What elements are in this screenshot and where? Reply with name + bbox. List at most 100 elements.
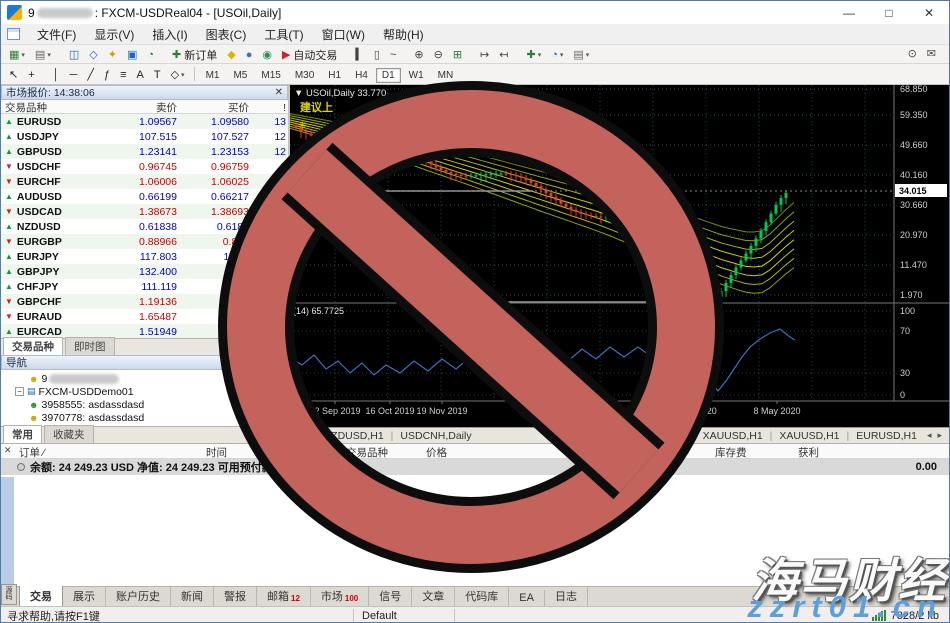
tile-windows-button[interactable]: ⊞ bbox=[449, 47, 466, 63]
market-watch-row[interactable]: ▼GBPCHF1.191361.1 bbox=[1, 294, 288, 309]
trendline-tool[interactable]: ╱ bbox=[83, 67, 98, 83]
timeframe-m30[interactable]: M30 bbox=[289, 68, 320, 83]
menu-item[interactable]: 显示(V) bbox=[85, 26, 143, 44]
terminal-tab-警报[interactable]: 警报 bbox=[214, 586, 257, 606]
menu-item[interactable]: 窗口(W) bbox=[313, 26, 374, 44]
periods-button[interactable]: ◔▾ bbox=[547, 47, 567, 63]
new-chart-button[interactable]: ▦▾ bbox=[5, 47, 29, 63]
market-watch-row[interactable]: ▲GBPJPY132.400132 bbox=[1, 264, 288, 279]
new-order-button[interactable]: ✚新订单 bbox=[168, 47, 221, 63]
timeframe-h1[interactable]: H1 bbox=[322, 68, 347, 83]
market-watch-row[interactable]: ▲EURJPY117.803117.8 bbox=[1, 249, 288, 264]
timeframe-h4[interactable]: H4 bbox=[349, 68, 374, 83]
chart-tab[interactable]: NZDUSD,H1 bbox=[317, 430, 391, 442]
vertical-line-tool[interactable]: │ bbox=[49, 67, 64, 83]
chart-tab[interactable]: 1 bbox=[294, 430, 314, 442]
metaeditor-button[interactable]: ◆ bbox=[223, 47, 239, 63]
terminal-tab-文章[interactable]: 文章 bbox=[412, 586, 455, 606]
terminal-tab-信号[interactable]: 信号 bbox=[369, 586, 412, 606]
profiles-button[interactable]: ▤▾ bbox=[31, 47, 55, 63]
terminal-tab-代码库[interactable]: 代码库 bbox=[455, 586, 509, 606]
crosshair-tool[interactable]: + bbox=[24, 67, 38, 83]
terminal-tab-邮箱[interactable]: 邮箱12 bbox=[257, 586, 311, 606]
close-icon[interactable]: ✕ bbox=[275, 87, 283, 98]
cursor-tool[interactable]: ↖ bbox=[5, 67, 22, 83]
text-tool[interactable]: A bbox=[133, 67, 148, 83]
vertical-side-tab[interactable]: 源码 bbox=[1, 584, 17, 605]
autotrading-button[interactable]: ▶自动交易 bbox=[278, 47, 341, 63]
data-window-button[interactable]: ◇ bbox=[85, 47, 101, 63]
minimize-button[interactable]: — bbox=[829, 1, 869, 24]
horizontal-line-tool[interactable]: ─ bbox=[66, 67, 82, 83]
terminal-tab-日志[interactable]: 日志 bbox=[545, 586, 588, 606]
chart-tab[interactable]: XAUUSD,H1 bbox=[772, 430, 846, 442]
market-watch-row[interactable]: ▲EURUSD1.095671.0958013 bbox=[1, 114, 288, 129]
timeframe-mn[interactable]: MN bbox=[432, 68, 460, 83]
terminal-tab-展示[interactable]: 展示 bbox=[63, 586, 106, 606]
line-chart-button[interactable]: ~ bbox=[386, 47, 400, 63]
strategy-tester-button[interactable]: ◔ bbox=[143, 47, 158, 63]
timeframe-w1[interactable]: W1 bbox=[403, 68, 430, 83]
chart-tab[interactable]: EURUSD,H1 bbox=[849, 430, 924, 442]
market-watch-row[interactable]: ▼EURAUD1.654871.6 bbox=[1, 309, 288, 324]
market-watch-row[interactable]: ▲NZDUSD0.618380.6185 bbox=[1, 219, 288, 234]
shapes-tool[interactable]: ◇▾ bbox=[167, 67, 189, 83]
zoom-in-button[interactable]: ⊕ bbox=[410, 47, 427, 63]
candlestick-chart-button[interactable]: ▯ bbox=[370, 47, 384, 63]
tab-scroll-right-icon[interactable]: ▸ bbox=[934, 430, 945, 441]
indicators-button[interactable]: ✚▾ bbox=[522, 47, 545, 63]
chart-area[interactable]: 68.85059.35049.66040.16030.66020.97011.4… bbox=[290, 85, 949, 427]
navigator-item[interactable]: ☻3958555: asdassdasd bbox=[1, 398, 288, 411]
menu-item[interactable]: 文件(F) bbox=[28, 26, 85, 44]
market-watch-row[interactable]: ▼USDCHF0.967450.967591 bbox=[1, 159, 288, 174]
navigator-item[interactable]: ☻3970778: asdassdasd bbox=[1, 411, 288, 424]
auto-scroll-button[interactable]: ↦ bbox=[476, 47, 493, 63]
chart-tab[interactable]: USDCNH,Daily bbox=[393, 430, 478, 442]
chart-shift-button[interactable]: ↤ bbox=[495, 47, 512, 63]
zoom-out-button[interactable]: ⊖ bbox=[430, 47, 447, 63]
close-icon[interactable]: ✕ bbox=[4, 445, 12, 456]
panel-tab-交易品种[interactable]: 交易品种 bbox=[3, 337, 63, 355]
menu-item[interactable]: 帮助(H) bbox=[374, 26, 433, 44]
navigator-item[interactable]: −▤FXCM-USDDemo01 bbox=[1, 385, 288, 398]
terminal-tab-交易[interactable]: 交易 bbox=[19, 585, 63, 606]
chat-button[interactable]: ✉ bbox=[923, 46, 940, 62]
menu-item[interactable]: 工具(T) bbox=[255, 26, 312, 44]
terminal-tab-新闻[interactable]: 新闻 bbox=[171, 586, 214, 606]
mql-community-button[interactable]: ● bbox=[242, 47, 257, 63]
market-watch-row[interactable]: ▲GBPUSD1.231411.2315312 bbox=[1, 144, 288, 159]
panel-tab-常用[interactable]: 常用 bbox=[3, 425, 42, 443]
menu-item[interactable]: 插入(I) bbox=[143, 26, 196, 44]
terminal-button[interactable]: ▣ bbox=[123, 47, 141, 63]
chart-tab[interactable]: XAUUSD,H1 bbox=[696, 430, 770, 442]
panel-tab-收藏夹[interactable]: 收藏夹 bbox=[44, 425, 94, 443]
close-button[interactable]: ✕ bbox=[909, 1, 949, 24]
market-watch-row[interactable]: ▼USDCAD1.386731.38693 bbox=[1, 204, 288, 219]
menu-item[interactable]: 图表(C) bbox=[197, 26, 256, 44]
usoil-daily-chart[interactable]: 68.85059.35049.66040.16030.66020.97011.4… bbox=[290, 85, 949, 427]
channel-tool[interactable]: ≡ bbox=[116, 67, 130, 83]
website-button[interactable]: ◉ bbox=[258, 47, 276, 63]
chart-tab[interactable]: SD,Daily bbox=[638, 430, 693, 442]
terminal-tab-账户历史[interactable]: 账户历史 bbox=[106, 586, 171, 606]
timeframe-m15[interactable]: M15 bbox=[255, 68, 286, 83]
market-watch-row[interactable]: ▲USDJPY107.515107.52712 bbox=[1, 129, 288, 144]
timeframe-d1[interactable]: D1 bbox=[376, 68, 401, 83]
fibonacci-tool[interactable]: ƒ bbox=[100, 67, 114, 83]
templates-button[interactable]: ▤▾ bbox=[569, 47, 593, 63]
label-tool[interactable]: T bbox=[150, 67, 165, 83]
terminal-tab-EA[interactable]: EA bbox=[509, 590, 545, 606]
maximize-button[interactable]: □ bbox=[869, 1, 909, 24]
tab-scroll-left-icon[interactable]: ◂ bbox=[924, 430, 935, 441]
market-watch-row[interactable]: ▲CHFJPY111.119111 bbox=[1, 279, 288, 294]
market-watch-row[interactable]: ▲EURCAD1.519491.5 bbox=[1, 324, 288, 338]
panel-tab-即时图[interactable]: 即时图 bbox=[65, 337, 115, 355]
tree-expander-icon[interactable]: − bbox=[15, 387, 24, 396]
search-button[interactable]: ⊙ bbox=[904, 46, 921, 62]
status-profile[interactable]: Default bbox=[354, 610, 454, 622]
bar-chart-button[interactable]: ▍ bbox=[351, 47, 367, 63]
timeframe-m5[interactable]: M5 bbox=[227, 68, 253, 83]
market-watch-row[interactable]: ▲AUDUSD0.661990.66217 bbox=[1, 189, 288, 204]
terminal-tab-市场[interactable]: 市场100 bbox=[311, 586, 369, 606]
navigator-item[interactable]: ☻9 bbox=[1, 372, 288, 385]
